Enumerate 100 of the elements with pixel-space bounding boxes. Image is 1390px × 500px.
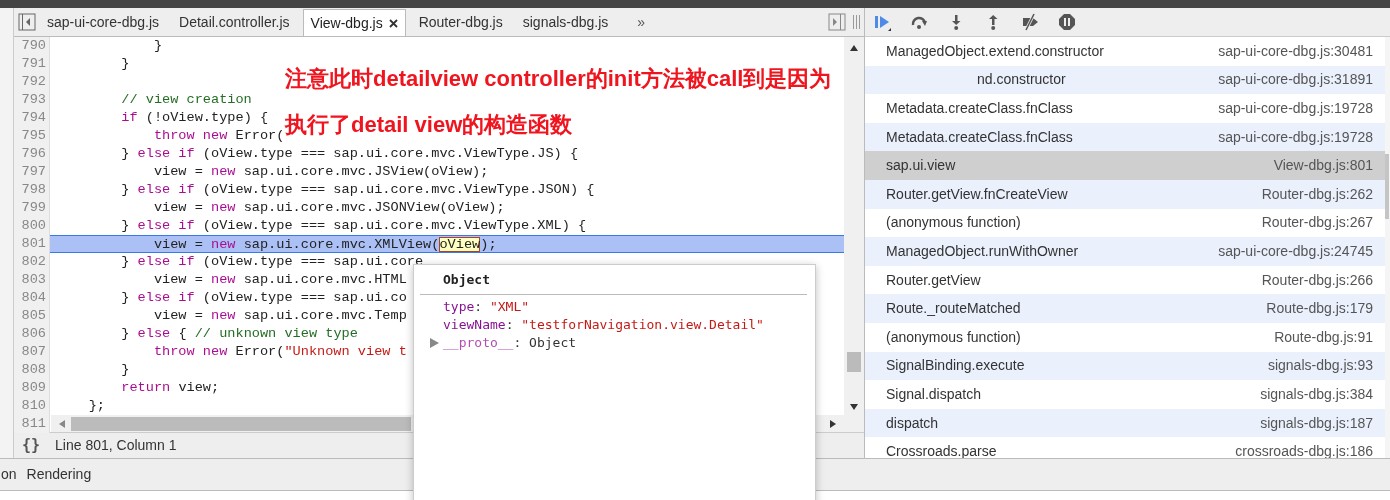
code-line: } <box>152 37 163 55</box>
function-name: (anonymous function) <box>886 327 1021 347</box>
source-location[interactable]: sap-ui-core-dbg.js:31891 <box>1218 69 1373 91</box>
code-line: throw new Error( <box>152 128 285 145</box>
source-location[interactable]: Route-dbg.js:179 <box>1266 298 1373 320</box>
property-entry[interactable]: __proto__: Object <box>443 333 577 352</box>
resume-icon[interactable] <box>873 13 891 31</box>
source-location[interactable]: sap-ui-core-dbg.js:24745 <box>1218 240 1373 262</box>
code-line: return view; <box>120 379 220 397</box>
line-number: 792 <box>14 73 50 91</box>
function-name: Router.getView <box>886 270 981 290</box>
source-location[interactable]: signals-dbg.js:187 <box>1260 412 1373 434</box>
line-number: 794 <box>14 109 50 127</box>
line-number: 797 <box>14 163 50 181</box>
code-line: view = new sap.ui.core.mvc.HTML <box>152 271 407 289</box>
line-number: 795 <box>14 127 50 145</box>
property-entry: type: "XML" <box>443 297 530 316</box>
source-location[interactable]: sap-ui-core-dbg.js:19728 <box>1218 126 1373 148</box>
file-tab[interactable]: View-dbg.js <box>302 9 406 36</box>
horizontal-scrollbar-thumb[interactable] <box>71 416 411 431</box>
toggle-navigator-icon[interactable] <box>18 13 36 31</box>
call-frame[interactable]: ManagedObject.runWithOwner sap-ui-core-dbg.js:24745 <box>865 237 1385 266</box>
source-location[interactable]: Router-dbg.js:262 <box>1261 183 1373 205</box>
source-location[interactable]: crossroads-dbg.js:186 <box>1235 441 1373 458</box>
function-name: dispatch <box>886 413 939 433</box>
line-number: 810 <box>14 397 50 415</box>
function-name: Metadata.createClass.fnClass <box>886 99 1073 118</box>
source-location[interactable]: signals-dbg.js:384 <box>1260 383 1373 405</box>
drawer-tab[interactable]: Rendering <box>26 464 92 485</box>
scroll-left-icon[interactable] <box>59 419 65 428</box>
function-name: nd.constructor <box>977 70 1066 90</box>
scroll-down-icon[interactable] <box>850 404 858 410</box>
code-line: } else if (oView.type === sap.ui.core.mvc.ViewType.JSON) { <box>120 181 595 199</box>
grip-icon <box>852 14 860 30</box>
function-name: ManagedObject.runWithOwner <box>886 241 1079 261</box>
function-name: sap.ui.view <box>886 156 956 176</box>
annotation-text: 执行了detail view的构造函数 <box>285 111 574 139</box>
call-frame[interactable]: Router.getView.fnCreateView Router-dbg.js:262 <box>865 179 1385 209</box>
function-name: Signal.dispatch <box>886 384 981 404</box>
line-number: 803 <box>14 271 50 289</box>
code-line: } else if (oView.type === sap.ui.core.mvc.ViewType.XML) { <box>120 217 587 235</box>
code-line: view = new sap.ui.core.mvc.JSView(oView); <box>152 163 489 181</box>
line-number: 807 <box>14 343 50 361</box>
deactivate-breakpoints-icon[interactable] <box>1021 13 1039 31</box>
function-name: ManagedObject.extend.constructor <box>886 41 1104 61</box>
line-number: 796 <box>14 145 50 163</box>
file-tab[interactable]: Router-dbg.js <box>411 9 510 36</box>
line-number: 798 <box>14 181 50 199</box>
source-location[interactable]: Router-dbg.js:267 <box>1261 212 1373 234</box>
source-location[interactable]: signals-dbg.js:93 <box>1267 355 1373 377</box>
source-location[interactable]: Router-dbg.js:266 <box>1261 269 1373 291</box>
toggle-debugger-icon[interactable] <box>828 13 846 31</box>
popover-title: Object <box>420 265 807 295</box>
file-tab[interactable]: signals-dbg.js <box>515 9 616 36</box>
vertical-scrollbar-thumb[interactable] <box>847 352 861 372</box>
line-number: 805 <box>14 307 50 325</box>
call-frame[interactable]: Route._routeMatched Route-dbg.js:179 <box>865 294 1385 323</box>
source-location[interactable]: View-dbg.js:801 <box>1273 155 1373 177</box>
file-tab[interactable]: Detail.controller.js <box>172 9 297 36</box>
more-tabs-button[interactable]: » <box>637 9 646 36</box>
call-frame[interactable]: sap.ui.view View-dbg.js:801 <box>865 151 1385 180</box>
line-number: 800 <box>14 217 50 235</box>
drawer-tab[interactable]: on <box>1 464 17 485</box>
vertical-scrollbar-thumb[interactable] <box>1385 154 1389 219</box>
pretty-print-button[interactable]: {} <box>22 434 41 457</box>
code-line: } else if (oView.type === sap.ui.co <box>120 289 407 307</box>
call-frame[interactable]: nd.constructor sap-ui-core-dbg.js:31891 <box>865 65 1385 95</box>
pause-on-exceptions-icon[interactable] <box>1058 13 1076 31</box>
cursor-position: Line 801, Column 1 <box>55 436 177 455</box>
line-number: 790 <box>14 37 50 55</box>
code-line: } else { // unknown view type <box>120 325 358 343</box>
code-line: view = new sap.ui.core.mvc.Temp <box>152 307 407 325</box>
scroll-up-icon[interactable] <box>850 45 858 51</box>
code-line: if (!oView.type) { <box>120 109 269 127</box>
function-name: Crossroads.parse <box>886 442 997 458</box>
line-number: 801 <box>14 235 50 253</box>
code-line: } else if (oView.type === sap.ui.core.mvc.ViewType.JS) { <box>120 145 579 163</box>
code-line: } <box>120 361 130 379</box>
call-frame[interactable]: Metadata.createClass.fnClass sap-ui-core-dbg.js:19728 <box>865 122 1385 152</box>
line-number: 793 <box>14 91 50 109</box>
file-tab[interactable]: sap-ui-core-dbg.js <box>40 9 167 36</box>
expand-triangle-icon[interactable] <box>430 337 439 348</box>
source-location[interactable]: Route-dbg.js:91 <box>1274 326 1373 348</box>
call-frame[interactable]: dispatch signals-dbg.js:187 <box>865 408 1385 438</box>
property-entry: viewName: "testforNavigation.view.Detail" <box>443 315 764 334</box>
close-icon[interactable] <box>388 18 398 28</box>
code-line: view = new sap.ui.core.mvc.JSONView(oView); <box>152 199 505 217</box>
code-line: throw new Error("Unknown view t <box>152 343 407 361</box>
function-name: Router.getView.fnCreateView <box>886 184 1068 204</box>
function-name: SignalBinding.execute <box>886 356 1025 376</box>
source-location[interactable]: sap-ui-core-dbg.js:30481 <box>1218 40 1373 62</box>
function-name: Route._routeMatched <box>886 299 1021 319</box>
source-location[interactable]: sap-ui-core-dbg.js:19728 <box>1218 98 1373 119</box>
scroll-right-icon[interactable] <box>830 419 836 428</box>
line-number: 811 <box>14 415 50 433</box>
line-number: 808 <box>14 361 50 379</box>
call-frame[interactable]: SignalBinding.execute signals-dbg.js:93 <box>865 351 1385 381</box>
line-number: 802 <box>14 253 50 271</box>
code-line: // view creation <box>120 91 252 109</box>
code-line: }; <box>87 397 105 415</box>
